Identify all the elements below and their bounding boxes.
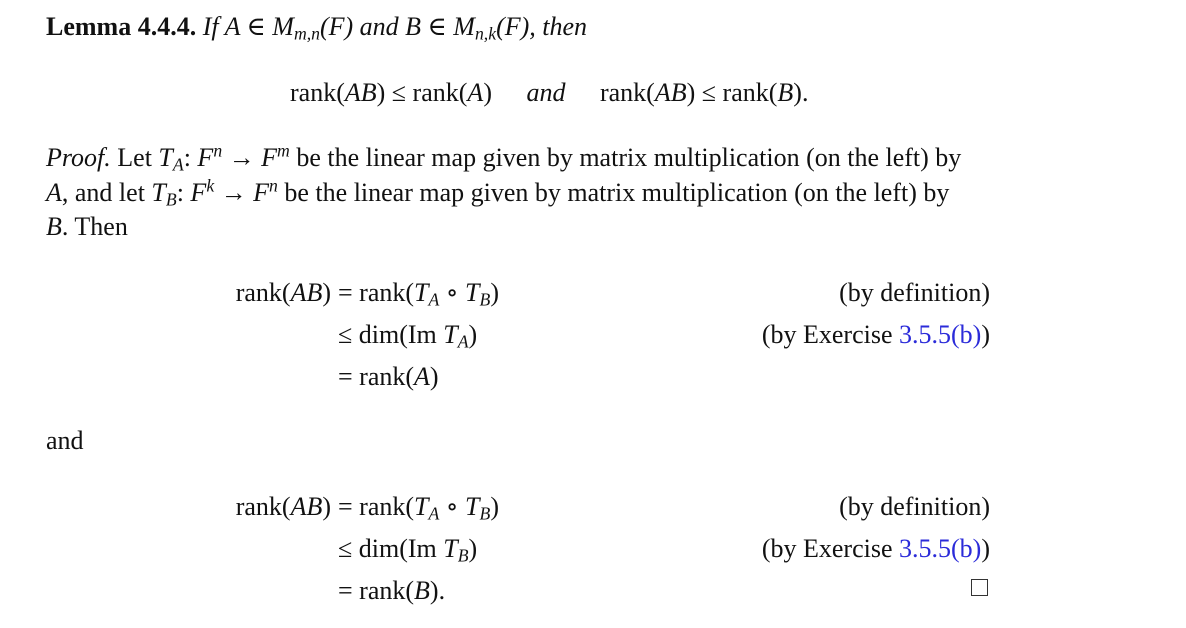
proof-line-2-text: be the linear map given by matrix multip…	[284, 178, 950, 207]
display-connector: and	[526, 78, 566, 107]
chain2-row1-lhs: rank(AB)	[235, 492, 331, 521]
chain1-row1-justification: (by definition)	[839, 278, 990, 307]
justification-prefix: (by Exercise	[761, 320, 899, 349]
chain2-row2-justification: (by Exercise 3.5.5(b))	[762, 536, 990, 562]
chain1-row1-lhs: rank(AB)	[235, 278, 331, 307]
lemma-display-equation: rank(AB) ≤ rank(A) and rank(AB) ≤ rank(B…	[290, 80, 808, 106]
chain1-row1-rhs: = rank(TA ∘ TB)	[338, 278, 499, 310]
chain1-row2-justification: (by Exercise 3.5.5(b))	[762, 322, 990, 348]
qed-box-icon	[971, 579, 988, 596]
justification-prefix: (by Exercise	[761, 534, 899, 563]
chain2-row3-rhs: = rank(B).	[338, 576, 446, 605]
proof-label: Proof.	[46, 143, 111, 172]
lemma-statement: Lemma 4.4.4. If A ∈ Mm,n(F) and B ∈ Mn,k…	[46, 12, 588, 44]
justification-suffix: )	[981, 534, 990, 563]
proof-line-2: A, and let TB: Fk → Fn be the linear map…	[46, 175, 950, 210]
chain2-row1-rhs: = rank(TA ∘ TB)	[338, 492, 499, 524]
proof-line-1-text: be the linear map given by matrix multip…	[296, 143, 962, 172]
display-right: rank(AB) ≤ rank(B).	[599, 78, 809, 107]
justification-suffix: )	[981, 320, 990, 349]
between-word: and	[46, 426, 84, 455]
chain1-row2-rhs: ≤ dim(Im TA)	[338, 320, 478, 352]
exercise-link[interactable]: 3.5.5(b)	[899, 320, 981, 349]
proof-line-3: B. Then	[46, 212, 128, 241]
proof-line-3-text: Then	[74, 212, 128, 241]
lemma-label: Lemma 4.4.4.	[46, 12, 197, 41]
display-left: rank(AB) ≤ rank(A)	[290, 78, 492, 107]
lemma-text: If A ∈ Mm,n(F) and B ∈ Mn,k(F), then	[202, 12, 588, 44]
chain2-row1-justification: (by definition)	[839, 492, 990, 521]
proof-line-1: Proof. Let TA: Fn → Fm be the linear map…	[46, 140, 962, 175]
chain2-row2-rhs: ≤ dim(Im TB)	[338, 534, 478, 566]
exercise-link[interactable]: 3.5.5(b)	[899, 534, 981, 563]
chain1-row3-rhs: = rank(A)	[338, 362, 439, 391]
